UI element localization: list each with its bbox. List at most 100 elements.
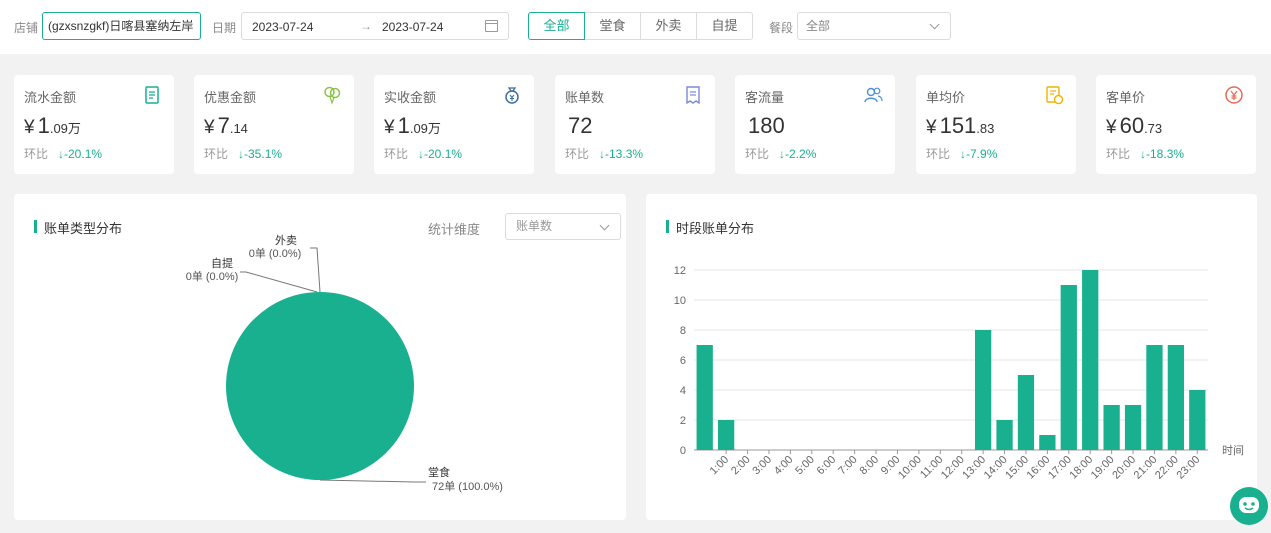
kpi-compare: 环比 ↓-35.1% xyxy=(204,147,283,161)
pie-leader-line xyxy=(310,247,321,293)
pie-slice-label: 0单 (0.0%) xyxy=(249,247,302,260)
kpi-card-avg-bill: 单均价 ¥151.83 环比 ↓-7.9% xyxy=(916,75,1076,174)
x-tick-label: 14:00 xyxy=(982,454,1010,482)
kpi-change: ↓-18.3% xyxy=(1140,147,1185,161)
meal-period-select[interactable]: 全部 xyxy=(797,12,951,40)
calendar-icon[interactable] xyxy=(485,20,498,32)
date-start[interactable]: 2023-07-24 xyxy=(252,20,313,34)
chat-assistant-button[interactable] xyxy=(1230,487,1268,525)
x-tick-label: 19:00 xyxy=(1089,454,1117,482)
kpi-value: 180 xyxy=(748,113,785,138)
kpi-value: 72 xyxy=(568,113,593,138)
y-tick-label: 2 xyxy=(680,415,686,427)
date-range-picker[interactable]: 2023-07-24 → 2023-07-24 xyxy=(241,12,509,40)
kpi-compare: 环比 ↓-18.3% xyxy=(1106,147,1185,161)
bar xyxy=(1017,375,1035,450)
kpi-value: ¥151.83 xyxy=(926,113,995,138)
kpi-title: 实收金额 xyxy=(384,90,437,105)
bill-icon xyxy=(686,86,700,105)
segment-dine-in[interactable]: 堂食 xyxy=(584,12,641,40)
receipt-icon xyxy=(145,86,159,104)
kpi-value: ¥1.09万 xyxy=(24,113,81,138)
kpi-change: ↓-20.1% xyxy=(418,147,463,161)
y-tick-label: 4 xyxy=(680,385,686,397)
kpi-card-bills: 账单数 72 环比 ↓-13.3% xyxy=(555,75,715,174)
pie-slice xyxy=(226,292,414,480)
bar xyxy=(1146,345,1163,450)
kpi-change: ↓-7.9% xyxy=(960,147,998,161)
kpi-card-per-customer: 客单价 ¥60.73 环比 ↓-18.3% xyxy=(1096,75,1256,174)
kpi-compare: 环比 ↓-13.3% xyxy=(565,147,644,161)
people-icon xyxy=(864,87,883,103)
x-tick-label: 6:00 xyxy=(815,454,839,478)
kpi-change: ↓-35.1% xyxy=(238,147,283,161)
meal-period-value: 全部 xyxy=(806,19,831,33)
segment-pickup[interactable]: 自提 xyxy=(696,12,753,40)
pie-slice-label: 0单 (0.0%) xyxy=(186,270,239,283)
x-tick-label: 15:00 xyxy=(1003,454,1031,482)
kpi-title: 客单价 xyxy=(1106,90,1146,105)
bar xyxy=(1167,345,1185,450)
kpi-card-discount: 优惠金额 ¥7.14 环比 ↓-35.1% xyxy=(194,75,354,174)
date-label: 日期 xyxy=(212,21,237,35)
segment-delivery[interactable]: 外卖 xyxy=(640,12,697,40)
balloons-icon xyxy=(324,86,341,105)
x-tick-label: 4:00 xyxy=(772,454,796,478)
store-input[interactable]: (gzxsnzgkf)日喀县塞纳左岸 xyxy=(42,12,201,40)
x-tick-label: 2:00 xyxy=(729,454,753,478)
y-tick-label: 8 xyxy=(680,325,686,337)
x-tick-label: 16:00 xyxy=(1025,454,1053,482)
filter-bar: 店铺 (gzxsnzgkf)日喀县塞纳左岸 日期 2023-07-24 → 20… xyxy=(0,0,1271,54)
bar xyxy=(1124,405,1142,450)
meal-period-label: 餐段 xyxy=(769,21,794,35)
kpi-change: ↓-20.1% xyxy=(58,147,103,161)
date-end[interactable]: 2023-07-24 xyxy=(382,20,443,34)
y-tick-label: 6 xyxy=(680,355,686,367)
x-tick-label: 18:00 xyxy=(1067,454,1095,482)
kpi-compare: 环比 ↓-7.9% xyxy=(926,147,998,161)
kpi-title: 单均价 xyxy=(926,90,966,105)
bar xyxy=(1103,405,1120,450)
price-doc-icon xyxy=(1046,86,1064,105)
kpi-compare: 环比 ↓-20.1% xyxy=(384,147,463,161)
x-tick-label: 3:00 xyxy=(750,454,774,478)
bar xyxy=(717,420,735,450)
kpi-title: 账单数 xyxy=(565,90,605,105)
bar xyxy=(1039,435,1056,450)
bar xyxy=(996,420,1013,450)
pie-slice-name: 堂食 xyxy=(428,465,450,479)
y-tick-label: 12 xyxy=(674,265,686,277)
kpi-change: ↓-13.3% xyxy=(599,147,644,161)
kpi-value: ¥1.09万 xyxy=(384,113,441,138)
pie-leader-line xyxy=(319,479,426,483)
kpi-change: ↓-2.2% xyxy=(779,147,817,161)
kpi-card-turnover: 流水金额 ¥1.09万 环比 ↓-20.1% xyxy=(14,75,174,174)
store-label: 店铺 xyxy=(14,21,39,35)
x-tick-label: 8:00 xyxy=(858,454,882,478)
pie-chart: 堂食72单 (100.0%)外卖0单 (0.0%)自提0单 (0.0%) xyxy=(186,234,503,493)
hourly-bill-panel: 时段账单分布 0 2 4 6 8 10 12 1:00 2:00 3:00 4:00 5:00 6:00… xyxy=(646,194,1257,520)
x-tick-label: 21:00 xyxy=(1132,454,1160,482)
money-bag-icon xyxy=(505,87,519,104)
x-axis-label: 时间 xyxy=(1222,444,1244,457)
chevron-down-icon xyxy=(929,19,940,30)
bar xyxy=(696,345,713,450)
x-tick-label: 17:00 xyxy=(1046,454,1074,482)
x-tick-label: 7:00 xyxy=(836,454,860,478)
x-tick-label: 13:00 xyxy=(960,454,988,482)
x-tick-label: 5:00 xyxy=(793,454,817,478)
yen-coin-icon xyxy=(1225,86,1243,104)
bar-chart: 0 2 4 6 8 10 12 1:002:003:004:005:006:007:008:0… xyxy=(674,265,1244,482)
kpi-card-received: 实收金额 ¥1.09万 环比 ↓-20.1% xyxy=(374,75,534,174)
pie-slice-name: 外卖 xyxy=(275,234,297,247)
x-tick-label: 1:00 xyxy=(708,454,732,478)
bar xyxy=(1082,270,1099,450)
order-type-segment: 全部 堂食 外卖 自提 xyxy=(528,12,753,40)
x-tick-label: 22:00 xyxy=(1153,454,1181,482)
kpi-value: ¥60.73 xyxy=(1106,113,1163,138)
chat-bot-icon xyxy=(1239,497,1259,513)
y-tick-label: 10 xyxy=(674,295,686,307)
date-separator: → xyxy=(360,19,372,33)
kpi-card-traffic: 客流量 180 环比 ↓-2.2% xyxy=(735,75,895,174)
segment-all[interactable]: 全部 xyxy=(528,12,585,40)
